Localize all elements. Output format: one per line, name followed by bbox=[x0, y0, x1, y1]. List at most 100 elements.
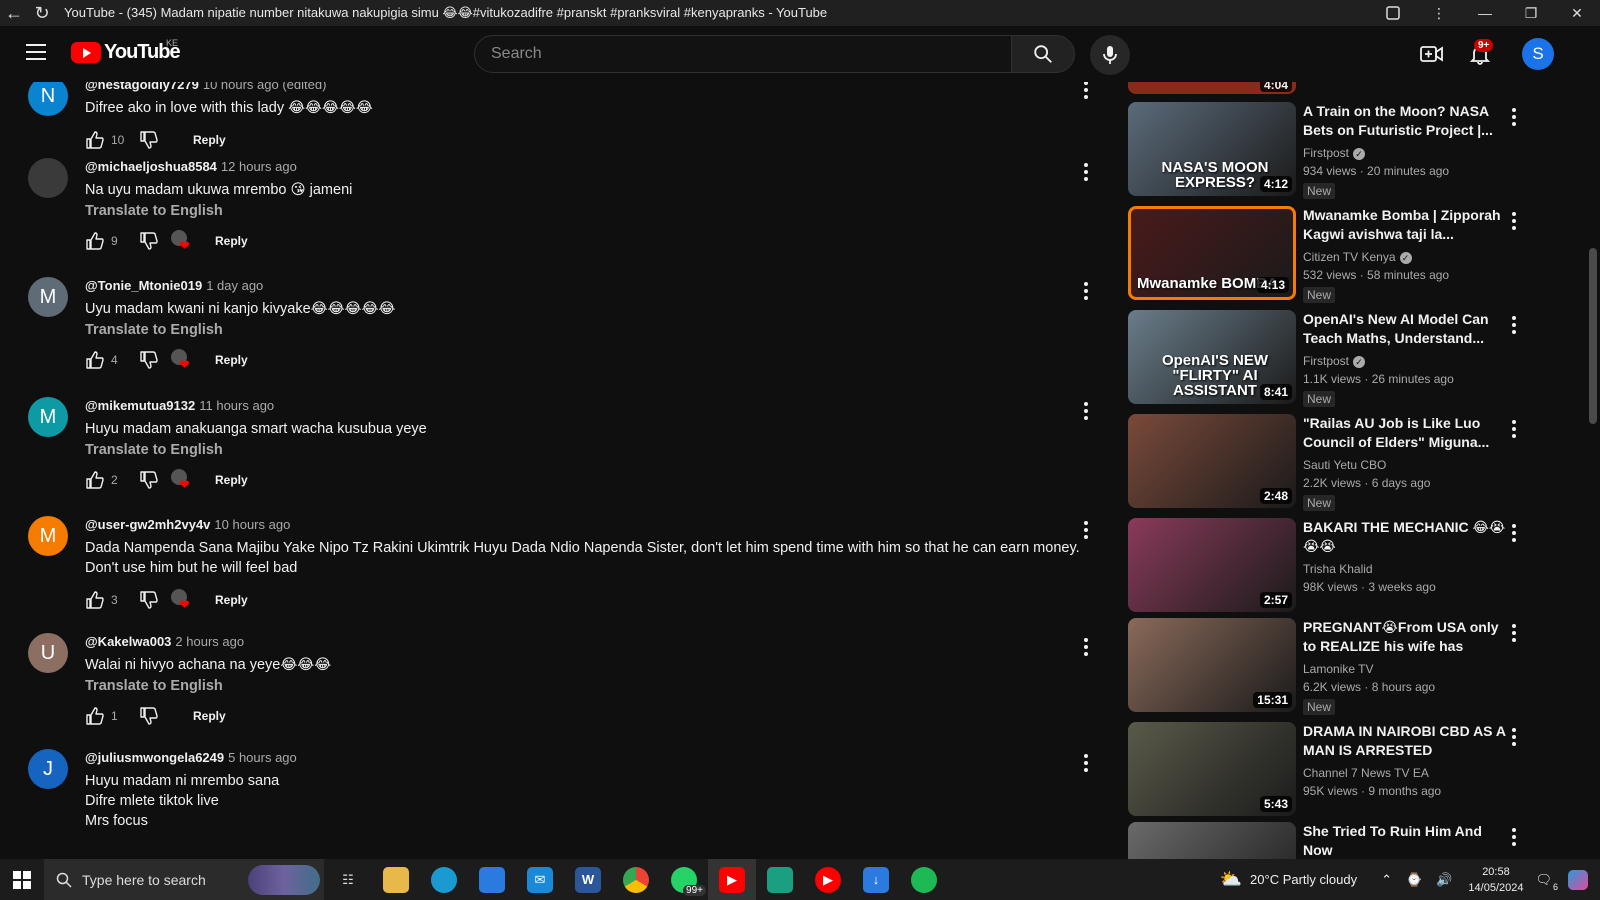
comment-author[interactable]: @michaeljoshua8584 bbox=[85, 159, 217, 174]
channel-name[interactable]: Firstpost ✓ bbox=[1303, 354, 1508, 368]
menu-icon[interactable] bbox=[26, 44, 46, 60]
related-video-card[interactable]: She Tried To Ruin Him And Now bbox=[1128, 822, 1528, 859]
dislike-button[interactable] bbox=[139, 231, 159, 251]
youtube-music-icon[interactable]: ▶ bbox=[804, 859, 852, 900]
comment-timestamp[interactable]: 1 day ago bbox=[206, 278, 263, 293]
comment-action-menu-icon[interactable] bbox=[1078, 635, 1094, 659]
related-video-card[interactable]: Mwanamke BOMBA 4:13 Mwanamke Bomba | Zippo… bbox=[1128, 206, 1528, 303]
restore-icon[interactable]: ❐ bbox=[1508, 0, 1554, 26]
video-action-menu-icon[interactable] bbox=[1510, 420, 1518, 440]
weather-text[interactable]: 20°C Partly cloudy bbox=[1250, 872, 1357, 887]
comment-timestamp[interactable]: 12 hours ago bbox=[221, 159, 297, 174]
clock[interactable]: 20:58 14/05/2024 bbox=[1468, 864, 1523, 896]
dislike-button[interactable] bbox=[139, 130, 159, 150]
reload-icon[interactable]: ↻ bbox=[28, 0, 56, 26]
weather-icon[interactable]: ⛅ bbox=[1220, 869, 1242, 890]
voice-search-button[interactable] bbox=[1090, 35, 1130, 75]
video-thumbnail[interactable]: 15:31 bbox=[1128, 618, 1296, 712]
channel-name[interactable]: Firstpost ✓ bbox=[1303, 146, 1508, 160]
comment-timestamp[interactable]: 10 hours ago bbox=[214, 517, 290, 532]
search-input[interactable] bbox=[491, 45, 1011, 63]
reply-button[interactable]: Reply bbox=[193, 133, 226, 147]
comment-avatar[interactable]: J bbox=[28, 749, 68, 789]
start-button[interactable] bbox=[0, 859, 44, 900]
comment-action-menu-icon[interactable] bbox=[1078, 160, 1094, 184]
channel-name[interactable]: Lamonike TV bbox=[1303, 662, 1508, 676]
video-title[interactable]: PREGNANT😭From USA only to REALIZE his wi… bbox=[1303, 618, 1508, 656]
security-app-icon[interactable] bbox=[756, 859, 804, 900]
comment-avatar[interactable]: U bbox=[28, 633, 68, 673]
spotify-icon[interactable] bbox=[900, 859, 948, 900]
video-action-menu-icon[interactable] bbox=[1510, 316, 1518, 336]
video-action-menu-icon[interactable] bbox=[1510, 828, 1518, 848]
video-action-menu-icon[interactable] bbox=[1510, 108, 1518, 128]
task-view-icon[interactable]: ☷ bbox=[324, 859, 372, 900]
video-title[interactable]: A Train on the Moon? NASA Bets on Futuri… bbox=[1303, 102, 1508, 140]
like-button[interactable] bbox=[85, 130, 105, 150]
dislike-button[interactable] bbox=[139, 470, 159, 490]
youtube-app-icon[interactable]: ▶ bbox=[708, 859, 756, 900]
reply-button[interactable]: Reply bbox=[215, 593, 248, 607]
file-explorer-icon[interactable] bbox=[372, 859, 420, 900]
browser-menu-icon[interactable]: ⋮ bbox=[1416, 0, 1462, 26]
comment-action-menu-icon[interactable] bbox=[1078, 518, 1094, 542]
comment-action-menu-icon[interactable] bbox=[1078, 399, 1094, 423]
minimize-icon[interactable]: — bbox=[1462, 0, 1508, 26]
back-arrow-icon[interactable]: ← bbox=[0, 0, 28, 26]
mail-icon[interactable]: ✉ bbox=[516, 859, 564, 900]
comment-author[interactable]: @Tonie_Mtonie019 bbox=[85, 278, 202, 293]
comment-action-menu-icon[interactable] bbox=[1078, 82, 1094, 102]
dislike-button[interactable] bbox=[139, 590, 159, 610]
chrome-icon[interactable] bbox=[612, 859, 660, 900]
notification-center-icon[interactable]: 🗨 6 bbox=[1535, 872, 1558, 892]
video-action-menu-icon[interactable] bbox=[1510, 524, 1518, 544]
search-button[interactable] bbox=[1011, 35, 1075, 73]
video-title[interactable]: BAKARI THE MECHANIC 😂😭😭😭 bbox=[1303, 518, 1508, 556]
comment-avatar[interactable]: M bbox=[28, 516, 68, 556]
video-title[interactable]: Mwanamke Bomba | Zipporah Kagwi avishwa … bbox=[1303, 206, 1508, 244]
channel-name[interactable]: Trisha Khalid bbox=[1303, 562, 1508, 576]
video-thumbnail[interactable]: NASA'S MOON EXPRESS? 4:12 bbox=[1128, 102, 1296, 196]
copilot-icon[interactable] bbox=[1568, 869, 1588, 890]
dislike-button[interactable] bbox=[139, 706, 159, 726]
translate-button[interactable]: Translate to English bbox=[85, 322, 1105, 338]
page-scrollbar[interactable] bbox=[1586, 82, 1600, 859]
dislike-button[interactable] bbox=[139, 350, 159, 370]
video-thumbnail[interactable]: 2:48 bbox=[1128, 414, 1296, 508]
channel-name[interactable]: Sauti Yetu CBO bbox=[1303, 458, 1508, 472]
related-video-card[interactable]: 2:48 "Railas AU Job is Like Luo Council o… bbox=[1128, 414, 1528, 511]
comment-action-menu-icon[interactable] bbox=[1078, 279, 1094, 303]
comment-avatar[interactable]: M bbox=[28, 397, 68, 437]
reply-button[interactable]: Reply bbox=[215, 473, 248, 487]
channel-name[interactable]: Citizen TV Kenya ✓ bbox=[1303, 250, 1508, 264]
related-video-card[interactable]: NASA'S MOON EXPRESS? 4:12 A Train on the M… bbox=[1128, 102, 1528, 199]
whatsapp-icon[interactable]: 99+ bbox=[660, 859, 708, 900]
volume-icon[interactable]: 🔊 bbox=[1436, 872, 1452, 888]
video-title[interactable]: "Railas AU Job is Like Luo Council of El… bbox=[1303, 414, 1508, 452]
comment-author[interactable]: @mikemutua9132 bbox=[85, 398, 195, 413]
reply-button[interactable]: Reply bbox=[193, 709, 226, 723]
taskbar-search[interactable]: Type here to search bbox=[44, 859, 324, 900]
downloads-icon[interactable]: ↓ bbox=[852, 859, 900, 900]
comment-timestamp[interactable]: 2 hours ago bbox=[175, 634, 244, 649]
comment-avatar[interactable] bbox=[28, 158, 68, 198]
comment-timestamp[interactable]: 10 hours ago (edited) bbox=[203, 82, 327, 92]
show-hidden-icons-icon[interactable]: ⌃ bbox=[1381, 872, 1392, 888]
related-video-card[interactable]: OpenAI'S NEW "FLIRTY" AI ASSISTANT 8:41 Op… bbox=[1128, 310, 1528, 407]
comment-author[interactable]: @juliusmwongela6249 bbox=[85, 750, 224, 765]
like-button[interactable] bbox=[85, 590, 105, 610]
video-thumbnail[interactable]: 5:43 bbox=[1128, 722, 1296, 816]
comment-timestamp[interactable]: 5 hours ago bbox=[228, 750, 297, 765]
extensions-icon[interactable] bbox=[1370, 0, 1416, 26]
scrollbar-thumb[interactable] bbox=[1589, 248, 1597, 424]
translate-button[interactable]: Translate to English bbox=[85, 678, 1105, 694]
edge-browser-icon[interactable] bbox=[420, 859, 468, 900]
comment-action-menu-icon[interactable] bbox=[1078, 751, 1094, 775]
create-video-icon[interactable] bbox=[1418, 40, 1446, 68]
video-action-menu-icon[interactable] bbox=[1510, 212, 1518, 232]
video-action-menu-icon[interactable] bbox=[1510, 728, 1518, 748]
translate-button[interactable]: Translate to English bbox=[85, 442, 1105, 458]
like-button[interactable] bbox=[85, 231, 105, 251]
reply-button[interactable]: Reply bbox=[215, 234, 248, 248]
translate-button[interactable]: Translate to English bbox=[85, 203, 1105, 219]
